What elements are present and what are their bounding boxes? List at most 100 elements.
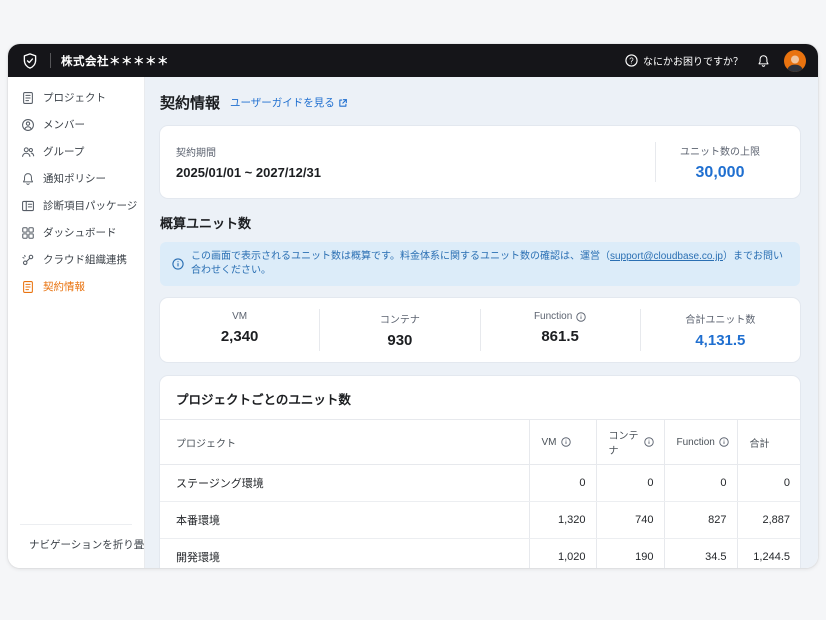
topbar-divider — [50, 53, 51, 68]
stat-vm: VM 2,340 — [160, 309, 319, 351]
package-list-icon — [22, 200, 34, 211]
top-bar: 株式会社＊＊＊＊＊ ? なにかお困りですか？ — [8, 44, 818, 77]
vm-cell: 1,020 — [528, 538, 596, 568]
shield-check-icon — [23, 52, 37, 69]
project-name-cell: 本番環境 — [160, 501, 529, 539]
sidebar-item-projects[interactable]: プロジェクト — [8, 84, 144, 111]
stat-container: コンテナ 930 — [319, 309, 479, 351]
info-circle-icon[interactable] — [560, 437, 571, 447]
stat-vm-label: VM — [232, 311, 248, 322]
sidebar: プロジェクト メンバー グループ 通知ポリシー 診断項目パッケージ ダッシュボー… — [8, 77, 155, 568]
vm-cell: 1,320 — [528, 501, 596, 539]
total-cell: 0 — [736, 464, 800, 502]
contract-period-card: 契約期間 2025/01/01 ~ 2027/12/31 ユニット数の上限 30… — [160, 126, 800, 198]
unit-cap-block: ユニット数の上限 30,000 — [656, 143, 784, 182]
total-cell: 1,244.5 — [736, 538, 800, 568]
sidebar-item-label: 診断項目パッケージ — [43, 200, 138, 212]
info-circle-icon[interactable] — [576, 311, 587, 322]
table-row: 開発環境 1,020 190 34.5 1,244.5 — [160, 538, 800, 568]
stat-function: Function 861.5 — [479, 309, 640, 351]
user-guide-link[interactable]: ユーザーガイドを見る — [230, 95, 348, 110]
collapse-navigation-label: ナビゲーションを折り畳む — [29, 539, 155, 551]
sidebar-item-label: ダッシュボード — [43, 227, 117, 239]
estimate-notice-text: この画面で表示されるユニット数は概算です。料金体系に関するユニット数の確認は、運… — [191, 250, 788, 278]
project-name-cell: ステージング環境 — [160, 464, 529, 502]
collapse-navigation-button[interactable]: ナビゲーションを折り畳む — [8, 525, 155, 568]
stat-total-units-value: 4,131.5 — [695, 332, 746, 349]
person-photo-icon — [787, 55, 803, 72]
notice-prefix: この画面で表示されるユニット数は概算です。料金体系に関するユニット数の確認は、運… — [191, 251, 610, 262]
user-guide-link-label: ユーザーガイドを見る — [230, 97, 335, 109]
table-row: ステージング環境 0 0 0 0 — [160, 464, 800, 502]
company-name: 株式会社＊＊＊＊＊ — [61, 55, 169, 68]
column-header-function: Function — [663, 419, 737, 465]
project-units-table: プロジェクト VM コンテナ Function 合計 ステージング環境 0 0 — [160, 419, 800, 568]
contract-document-icon — [23, 280, 33, 293]
sidebar-item-label: プロジェクト — [43, 92, 106, 104]
svg-text:?: ? — [629, 56, 634, 65]
help-button[interactable]: ? なにかお困りですか？ — [625, 53, 743, 68]
function-cell: 0 — [663, 464, 737, 502]
column-header-project: プロジェクト — [160, 419, 529, 465]
unit-cap-value: 30,000 — [695, 163, 745, 181]
project-units-card: プロジェクトごとのユニット数 プロジェクト VM コンテナ Function 合… — [160, 376, 800, 568]
project-units-table-title: プロジェクトごとのユニット数 — [176, 393, 351, 407]
bell-icon — [758, 54, 769, 67]
project-name-cell: 開発環境 — [160, 538, 529, 568]
question-circle-icon: ? — [625, 54, 638, 67]
support-email-link[interactable]: support@cloudbase.co.jp — [610, 251, 723, 262]
table-header-row: プロジェクト VM コンテナ Function 合計 — [160, 419, 800, 465]
bell-icon — [22, 172, 34, 185]
vm-cell: 0 — [528, 464, 596, 502]
external-link-icon — [339, 98, 347, 107]
function-cell: 34.5 — [663, 538, 737, 568]
contract-period-label: 契約期間 — [176, 148, 216, 159]
notifications-button[interactable] — [757, 54, 770, 68]
sidebar-item-assessment-package[interactable]: 診断項目パッケージ — [8, 192, 144, 219]
member-icon — [22, 118, 34, 131]
info-circle-icon[interactable] — [719, 437, 729, 447]
stat-container-value: 930 — [387, 332, 413, 349]
help-label: なにかお困りですか？ — [643, 57, 743, 68]
column-header-vm: VM — [528, 419, 596, 465]
stat-vm-value: 2,340 — [220, 328, 259, 345]
topbar-right: ? なにかお困りですか？ — [625, 49, 806, 72]
app-window: 株式会社＊＊＊＊＊ ? なにかお困りですか？ プロジェクト メンバー グループ … — [8, 44, 818, 568]
sidebar-item-label: メンバー — [43, 119, 85, 131]
container-cell: 190 — [595, 538, 664, 568]
container-cell: 0 — [595, 464, 664, 502]
main-content: 契約情報 ユーザーガイドを見る 契約期間 2025/01/01 ~ 2027/1… — [145, 77, 818, 568]
table-row: 本番環境 1,320 740 827 2,887 — [160, 501, 800, 539]
sidebar-item-dashboard[interactable]: ダッシュボード — [8, 219, 144, 246]
brand-logo[interactable] — [20, 51, 40, 71]
document-icon — [23, 91, 33, 104]
info-circle-icon — [172, 258, 184, 270]
sidebar-item-members[interactable]: メンバー — [8, 111, 144, 138]
sidebar-item-cloud-org-integration[interactable]: クラウド組織連携 — [8, 246, 144, 273]
page-title: 契約情報 — [160, 95, 221, 112]
app-body: プロジェクト メンバー グループ 通知ポリシー 診断項目パッケージ ダッシュボー… — [8, 77, 818, 568]
column-header-total: 合計 — [736, 419, 800, 465]
sidebar-item-groups[interactable]: グループ — [8, 138, 144, 165]
stat-total-units: 合計ユニット数 4,131.5 — [639, 309, 800, 351]
sidebar-item-label: 契約情報 — [43, 281, 85, 293]
contract-period-block: 契約期間 2025/01/01 ~ 2027/12/31 — [176, 144, 655, 180]
info-circle-icon[interactable] — [643, 437, 654, 447]
column-header-container: コンテナ — [595, 419, 664, 465]
unit-cap-label: ユニット数の上限 — [680, 146, 760, 158]
dashboard-grid-icon — [22, 226, 34, 239]
stat-container-label: コンテナ — [379, 315, 420, 326]
cloud-link-icon — [22, 254, 34, 265]
unit-stats-card: VM 2,340 コンテナ 930 Function 861.5 合計ユニット数… — [160, 298, 800, 362]
group-icon — [22, 146, 35, 157]
stat-total-units-label: 合計ユニット数 — [685, 315, 756, 326]
sidebar-item-label: グループ — [43, 146, 85, 158]
stat-function-value: 861.5 — [541, 328, 579, 345]
title-row: 契約情報 ユーザーガイドを見る — [160, 92, 800, 113]
sidebar-item-notification-policy[interactable]: 通知ポリシー — [8, 165, 144, 192]
sidebar-item-label: クラウド組織連携 — [43, 254, 127, 266]
total-cell: 2,887 — [736, 501, 800, 539]
sidebar-item-contract-info[interactable]: 契約情報 — [8, 273, 144, 300]
user-avatar[interactable] — [784, 49, 806, 72]
